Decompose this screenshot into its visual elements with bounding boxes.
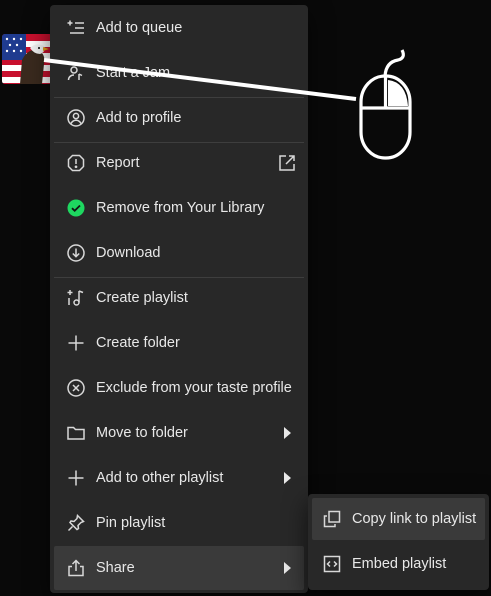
report-icon <box>66 153 86 173</box>
menu-item-remove-from-library[interactable]: Remove from Your Library <box>54 186 304 230</box>
menu-item-label: Add to queue <box>96 20 183 36</box>
menu-item-add-to-profile[interactable]: Add to profile <box>54 96 304 140</box>
menu-item-exclude-taste-profile[interactable]: Exclude from your taste profile <box>54 366 304 410</box>
plus-icon <box>66 468 86 488</box>
menu-item-report[interactable]: Report <box>54 141 304 185</box>
menu-item-pin-playlist[interactable]: Pin playlist <box>54 501 304 545</box>
menu-item-label: Add to profile <box>96 110 182 126</box>
menu-item-download[interactable]: Download <box>54 231 304 275</box>
menu-item-label: Remove from Your Library <box>96 200 265 216</box>
menu-item-label: Report <box>96 155 140 171</box>
create-playlist-icon <box>66 288 86 308</box>
folder-icon <box>66 423 86 443</box>
add-to-queue-icon <box>66 18 86 38</box>
menu-item-label: Move to folder <box>96 425 188 441</box>
copy-link-icon <box>322 509 342 529</box>
menu-item-add-to-other-playlist[interactable]: Add to other playlist <box>54 456 304 500</box>
menu-item-start-a-jam[interactable]: Start a Jam <box>54 51 304 95</box>
jam-icon <box>66 63 86 83</box>
menu-item-label: Download <box>96 245 161 261</box>
menu-item-add-to-queue[interactable]: Add to queue <box>54 6 304 50</box>
menu-item-label: Create folder <box>96 335 180 351</box>
pin-icon <box>66 513 86 533</box>
exclude-icon <box>66 378 86 398</box>
mouse-icon <box>359 49 412 160</box>
playlist-thumbnail[interactable] <box>2 34 52 84</box>
menu-item-create-playlist[interactable]: Create playlist <box>54 276 304 320</box>
share-submenu: Copy link to playlist Embed playlist <box>308 494 489 590</box>
menu-item-label: Create playlist <box>96 290 188 306</box>
context-menu: Add to queue Start a Jam Add to profile … <box>50 5 308 593</box>
download-icon <box>66 243 86 263</box>
chevron-right-icon <box>282 471 292 485</box>
submenu-item-embed[interactable]: Embed playlist <box>312 543 485 585</box>
menu-item-move-to-folder[interactable]: Move to folder <box>54 411 304 455</box>
external-link-icon <box>278 154 296 172</box>
profile-icon <box>66 108 86 128</box>
menu-item-label: Start a Jam <box>96 65 171 81</box>
share-icon <box>66 558 86 578</box>
submenu-item-label: Copy link to playlist <box>352 511 477 527</box>
menu-item-create-folder[interactable]: Create folder <box>54 321 304 365</box>
check-circle-icon <box>66 198 86 218</box>
chevron-right-icon <box>282 561 292 575</box>
menu-item-label: Exclude from your taste profile <box>96 380 292 396</box>
embed-icon <box>322 554 342 574</box>
chevron-right-icon <box>282 426 292 440</box>
submenu-item-copy-link[interactable]: Copy link to playlist <box>312 498 485 540</box>
playlist-artwork-image <box>2 34 52 84</box>
menu-item-share[interactable]: Share <box>54 546 304 590</box>
menu-item-label: Pin playlist <box>96 515 166 531</box>
submenu-item-label: Embed playlist <box>352 556 447 572</box>
menu-item-label: Share <box>96 560 135 576</box>
menu-item-label: Add to other playlist <box>96 470 224 486</box>
plus-icon <box>66 333 86 353</box>
